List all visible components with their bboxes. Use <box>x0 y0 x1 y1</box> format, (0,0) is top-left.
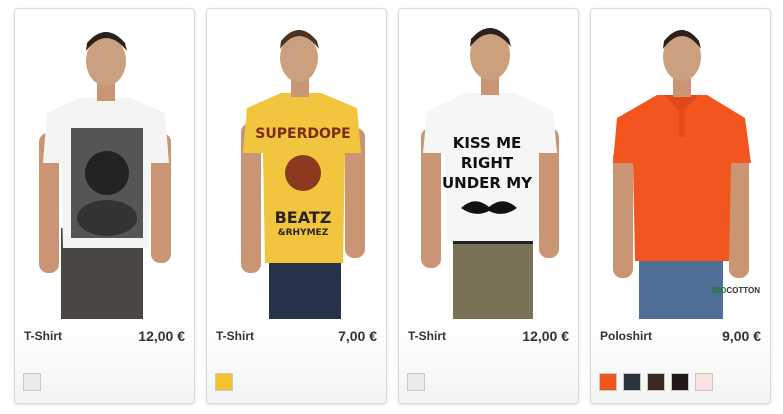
color-swatch[interactable] <box>23 373 41 391</box>
product-card[interactable]: KISS ME RIGHT UNDER MY T-Shirt 12,00 € <box>398 8 579 404</box>
color-swatch-black[interactable] <box>671 373 689 391</box>
color-swatch-orange[interactable] <box>599 373 617 391</box>
product-price: 7,00 € <box>338 328 377 344</box>
product-name[interactable]: T-Shirt <box>24 329 62 343</box>
badge-cotton-text: COTTON <box>726 286 760 295</box>
product-info: T-Shirt 7,00 € <box>216 325 377 347</box>
color-swatch-brown[interactable] <box>647 373 665 391</box>
product-photo[interactable] <box>19 13 190 319</box>
product-name[interactable]: Poloshirt <box>600 329 652 343</box>
color-swatch[interactable] <box>407 373 425 391</box>
color-swatch[interactable] <box>215 373 233 391</box>
product-photo[interactable]: SUPERDOPE BEATZ &RHYMEZ <box>211 13 382 319</box>
shirt-print-text: &RHYMEZ <box>278 228 329 238</box>
shirt-print-text: RIGHT <box>461 154 514 172</box>
product-info: Poloshirt 9,00 € <box>600 325 761 347</box>
product-name[interactable]: T-Shirt <box>216 329 254 343</box>
product-price: 12,00 € <box>138 328 185 344</box>
shirt-print-text: KISS ME <box>453 134 522 152</box>
biocotton-badge: BIOCOTTON <box>712 286 760 295</box>
shirt-print-text: UNDER MY <box>442 174 533 192</box>
product-card[interactable]: BIOCOTTON Poloshirt 9,00 € <box>590 8 771 404</box>
color-swatches <box>407 373 425 391</box>
product-info: T-Shirt 12,00 € <box>24 325 185 347</box>
color-swatch-navy[interactable] <box>623 373 641 391</box>
badge-bio-text: BIO <box>712 286 727 295</box>
color-swatch-pink[interactable] <box>695 373 713 391</box>
color-swatches <box>215 373 233 391</box>
product-info: T-Shirt 12,00 € <box>408 325 569 347</box>
color-swatches <box>23 373 41 391</box>
product-name[interactable]: T-Shirt <box>408 329 446 343</box>
shirt-print-text: SUPERDOPE <box>255 126 350 142</box>
color-swatches <box>599 373 713 391</box>
product-photo[interactable]: BIOCOTTON <box>595 13 766 319</box>
product-card[interactable]: T-Shirt 12,00 € <box>14 8 195 404</box>
product-price: 12,00 € <box>522 328 569 344</box>
product-price: 9,00 € <box>722 328 761 344</box>
product-grid: T-Shirt 12,00 € SUPERDOPE BEATZ &RHYMEZ <box>14 8 771 404</box>
product-card[interactable]: SUPERDOPE BEATZ &RHYMEZ T-Shirt 7,00 € <box>206 8 387 404</box>
shirt-print-text: BEATZ <box>275 208 332 227</box>
product-photo[interactable]: KISS ME RIGHT UNDER MY <box>403 13 574 319</box>
